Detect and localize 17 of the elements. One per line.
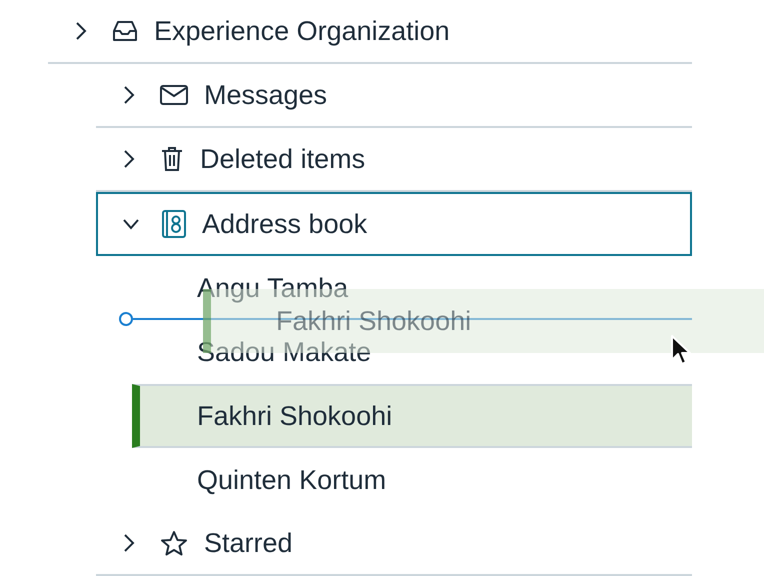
address-book-icon (162, 210, 186, 238)
trash-icon (160, 146, 184, 172)
folder-label: Starred (204, 528, 293, 558)
star-icon (160, 530, 188, 556)
folder-label: Messages (204, 80, 328, 110)
mail-icon (160, 85, 188, 105)
folder-label: Deleted items (200, 144, 366, 174)
folder-item[interactable]: Messages (96, 64, 692, 128)
inbox-icon (112, 20, 138, 42)
folder-item[interactable]: Experience Organization (48, 0, 692, 64)
folder-item[interactable]: Address book (96, 192, 692, 256)
folder-label: Address book (202, 208, 368, 240)
contact-item[interactable]: Quinten Kortum (132, 448, 692, 512)
folder-label: Experience Organization (154, 16, 450, 46)
folder-item[interactable]: Deleted items (96, 128, 692, 192)
contact-item[interactable]: Fakhri Shokoohi (132, 384, 692, 448)
folder-item[interactable]: Starred (96, 512, 692, 576)
